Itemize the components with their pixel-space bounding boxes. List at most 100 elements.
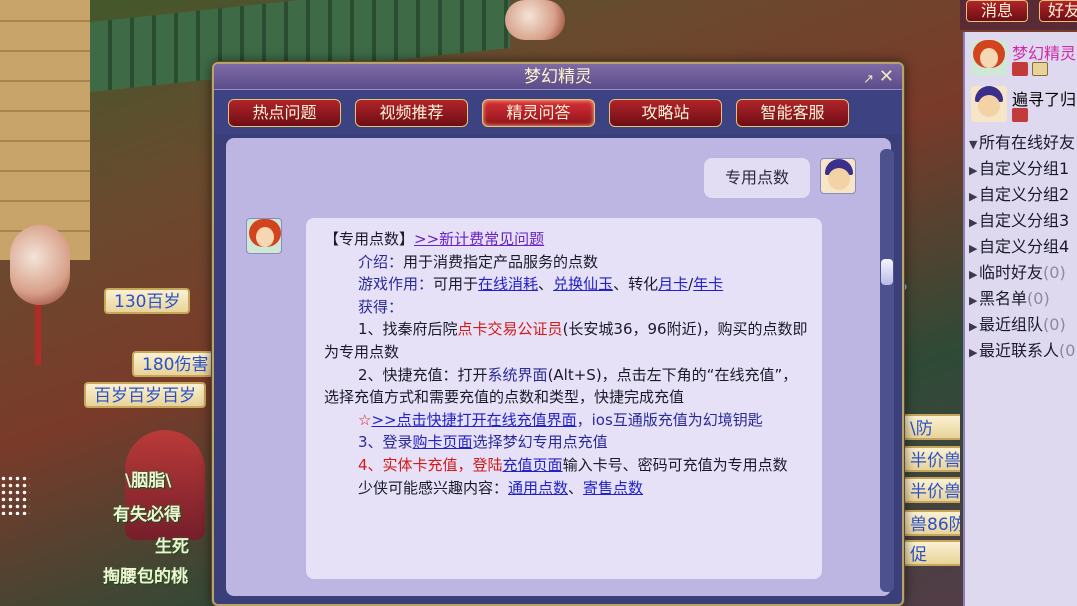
- group-item[interactable]: ▶最近联系人(0): [969, 337, 1077, 361]
- elf-help-dialog: 梦幻精灵 ↗ ✕ 热点问题 视频推荐 精灵问答 攻略站 智能客服 专用点数 【专…: [212, 62, 904, 606]
- system-menu-link[interactable]: 系统界面: [488, 366, 548, 384]
- consign-points-link[interactable]: 寄售点数: [583, 479, 643, 497]
- star-icon: ☆: [358, 410, 372, 429]
- friend-item[interactable]: 梦幻精灵: [969, 36, 1077, 82]
- exchange-jade-link[interactable]: 兑换仙玉: [553, 275, 613, 293]
- friend-avatar: [971, 40, 1007, 76]
- user-avatar: [820, 158, 856, 194]
- elf-avatar: [246, 218, 282, 254]
- year-card-link[interactable]: 年卡: [693, 275, 723, 293]
- group-count: (0): [1059, 341, 1077, 360]
- scene-wall: [0, 0, 90, 260]
- tab-hot-questions[interactable]: 热点问题: [228, 99, 341, 127]
- sparkle-effect: [0, 475, 30, 515]
- group-count: (0): [1043, 315, 1066, 334]
- ios-tip-text: ，ios互通版充值为幻境钥匙: [576, 410, 763, 429]
- step4-text: 输入卡号、密码可充值为专用点数: [562, 455, 788, 474]
- use-text: 可用于: [433, 275, 479, 294]
- chevron-right-icon: ▶: [969, 190, 978, 203]
- player-name-text: 掏腰包的桃: [103, 567, 188, 587]
- step3-text: 选择梦幻专用点充值: [472, 433, 608, 452]
- scroll-thumb[interactable]: [881, 259, 893, 285]
- npc-stall-tag[interactable]: 半价兽: [902, 446, 960, 472]
- group-item[interactable]: ▶最近组队(0): [969, 311, 1066, 335]
- group-item[interactable]: ▶黑名单(0): [969, 285, 1050, 309]
- group-label: 临时好友: [979, 263, 1044, 282]
- dialog-title: 梦幻精灵: [214, 64, 902, 90]
- group-item[interactable]: ▶临时好友(0): [969, 259, 1066, 283]
- friend-name: 梦幻精灵: [1012, 44, 1077, 63]
- separator: 、: [568, 478, 584, 497]
- group-label: 最近联系人: [979, 341, 1060, 360]
- npc-stall-tag[interactable]: 促: [902, 540, 960, 566]
- npc-stall-tag[interactable]: \防: [902, 414, 960, 440]
- group-item[interactable]: ▶自定义分组2: [969, 181, 1069, 205]
- card-notary-link[interactable]: 点卡交易公证员: [458, 320, 563, 338]
- group-item[interactable]: ▶自定义分组1: [969, 155, 1069, 179]
- group-item[interactable]: ▶自定义分组3: [969, 207, 1069, 231]
- user-message-bubble: 专用点数: [704, 158, 810, 198]
- online-consume-link[interactable]: 在线消耗: [478, 275, 538, 293]
- elf-answer-bubble: 【专用点数】>>新计费常见问题 介绍：用于消费指定产品服务的点数 游戏作用：可用…: [306, 218, 822, 579]
- chevron-right-icon: ▶: [969, 242, 978, 255]
- buy-card-page-link[interactable]: 购卡页面: [413, 433, 473, 451]
- tab-messages[interactable]: 消息: [966, 0, 1028, 22]
- use-label: 游戏作用：: [358, 275, 434, 294]
- intro-text: 用于消费指定产品服务的点数: [403, 252, 599, 271]
- chat-scrollbar[interactable]: [880, 149, 894, 592]
- group-count: (0): [1027, 289, 1050, 308]
- chevron-down-icon: ▼: [969, 138, 978, 151]
- group-item[interactable]: ▶自定义分组4: [969, 233, 1069, 257]
- separator: 、: [538, 275, 554, 294]
- step1-text: 1、找秦府后院: [358, 320, 458, 339]
- lantern-decoration: [10, 225, 70, 305]
- tab-guide-site[interactable]: 攻略站: [609, 99, 722, 127]
- tab-friends[interactable]: 好友: [1039, 0, 1077, 22]
- chevron-right-icon: ▶: [969, 164, 978, 177]
- step2-text: 2、快捷充值：打开: [358, 365, 488, 384]
- obtain-label: 获得：: [358, 297, 404, 316]
- player-title-text: 生死: [155, 537, 189, 557]
- group-label: 自定义分组3: [979, 211, 1070, 230]
- card-icon[interactable]: [1032, 62, 1048, 76]
- group-label: 自定义分组2: [979, 185, 1070, 204]
- step3-text: 3、登录: [358, 433, 413, 452]
- online-recharge-link[interactable]: 在线充值界面: [487, 411, 577, 429]
- group-label: 自定义分组1: [979, 159, 1070, 178]
- quick-open-link[interactable]: >>点击快捷打开: [371, 411, 486, 429]
- tab-smart-service[interactable]: 智能客服: [736, 99, 849, 127]
- chevron-right-icon: ▶: [969, 320, 978, 333]
- group-label: 所有在线好友: [979, 133, 1076, 152]
- player-title-text: 有失必得: [113, 505, 181, 525]
- chat-area: 专用点数 【专用点数】>>新计费常见问题 介绍：用于消费指定产品服务的点数 游戏…: [226, 138, 891, 596]
- group-all-online[interactable]: ▼所有在线好友: [969, 129, 1075, 153]
- billing-faq-link[interactable]: >>新计费常见问题: [414, 230, 544, 248]
- npc-stall-tag[interactable]: 兽86防: [902, 510, 960, 536]
- npc-stall-tag[interactable]: 百岁百岁百岁: [84, 382, 206, 408]
- lantern-tassel: [35, 305, 41, 365]
- group-label: 自定义分组4: [979, 237, 1070, 256]
- home-icon[interactable]: [1012, 108, 1028, 122]
- lantern-decoration: [505, 0, 565, 40]
- npc-stall-tag[interactable]: 130百岁: [104, 288, 191, 314]
- npc-stall-tag[interactable]: 180伤害: [132, 351, 219, 377]
- tab-elf-qa[interactable]: 精灵问答: [482, 99, 595, 127]
- friend-panel: 梦幻精灵 遍寻了归 ▼所有在线好友 ▶自定义分组1 ▶自定义分组2 ▶自定义分组…: [963, 32, 1077, 606]
- tab-video-recommend[interactable]: 视频推荐: [355, 99, 468, 127]
- recharge-page-link[interactable]: 充值页面: [503, 456, 563, 474]
- chevron-right-icon: ▶: [969, 294, 978, 307]
- group-label: 最近组队: [979, 315, 1044, 334]
- player-name-text: \胭脂\: [125, 471, 172, 491]
- dialog-tabbar: 热点问题 视频推荐 精灵问答 攻略站 智能客服: [214, 90, 902, 134]
- npc-stall-tag[interactable]: 半价兽: [902, 477, 960, 503]
- month-card-link[interactable]: 月卡: [658, 275, 688, 293]
- answer-heading: 【专用点数】: [324, 230, 415, 248]
- minimize-icon[interactable]: ↗: [863, 69, 874, 91]
- friend-avatar: [971, 86, 1007, 122]
- close-icon[interactable]: ✕: [879, 66, 894, 88]
- chevron-right-icon: ▶: [969, 346, 978, 359]
- friend-item[interactable]: 遍寻了归: [969, 82, 1077, 128]
- general-points-link[interactable]: 通用点数: [508, 479, 568, 497]
- friend-name: 遍寻了归: [1012, 90, 1077, 109]
- home-icon[interactable]: [1012, 62, 1028, 76]
